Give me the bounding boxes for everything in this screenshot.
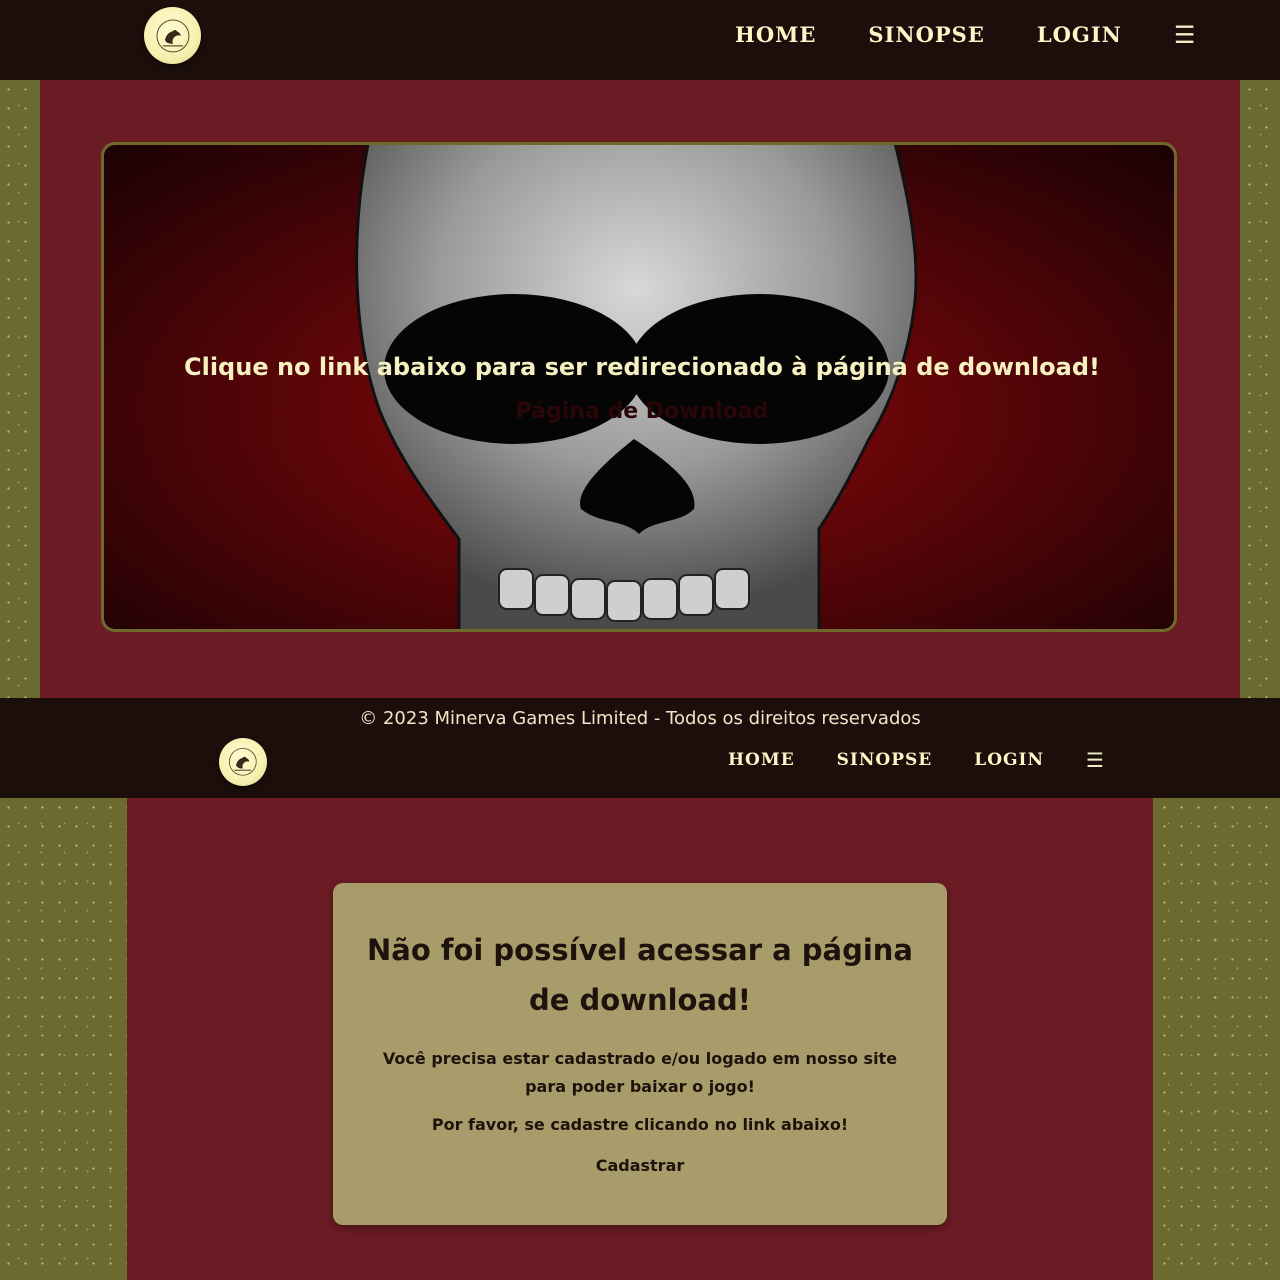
signup-instruction: Por favor, se cadastre clicando no link … [431, 1115, 849, 1134]
signup-link[interactable]: Cadastrar [596, 1156, 685, 1175]
nav-home-link[interactable]: HOME [728, 750, 795, 770]
second-navbar: HOME SINOPSE LOGIN ☰ [0, 738, 1280, 798]
access-denied-message: Você precisa estar cadastrado e/ou logad… [382, 1049, 898, 1096]
footer-copyright: © 2023 Minerva Games Limited - Todos os … [0, 698, 1280, 740]
access-denied-title: Não foi possível acessar a página de dow… [366, 933, 913, 1017]
nav-sinopse-link[interactable]: SINOPSE [837, 750, 933, 770]
hamburger-menu-icon[interactable]: ☰ [1174, 23, 1196, 47]
site-logo[interactable] [144, 7, 201, 64]
download-page-link[interactable]: Página de Download [104, 399, 1174, 424]
owl-emblem-icon [156, 19, 189, 52]
site-logo-secondary[interactable] [219, 738, 267, 786]
nav-home-link[interactable]: HOME [735, 22, 816, 47]
download-prompt-heading: Clique no link abaixo para ser redirecio… [183, 353, 1100, 381]
nav-sinopse-link[interactable]: SINOPSE [868, 22, 984, 47]
access-denied-card: Não foi possível acessar a página de dow… [333, 883, 947, 1225]
nav-login-link[interactable]: LOGIN [1037, 22, 1122, 47]
hamburger-menu-icon[interactable]: ☰ [1086, 750, 1104, 770]
top-navbar: HOME SINOPSE LOGIN ☰ [0, 0, 1280, 80]
skull-illustration [355, 145, 918, 629]
owl-emblem-icon [229, 748, 257, 776]
nav-login-link[interactable]: LOGIN [974, 750, 1044, 770]
hero-banner: Clique no link abaixo para ser redirecio… [101, 142, 1177, 632]
